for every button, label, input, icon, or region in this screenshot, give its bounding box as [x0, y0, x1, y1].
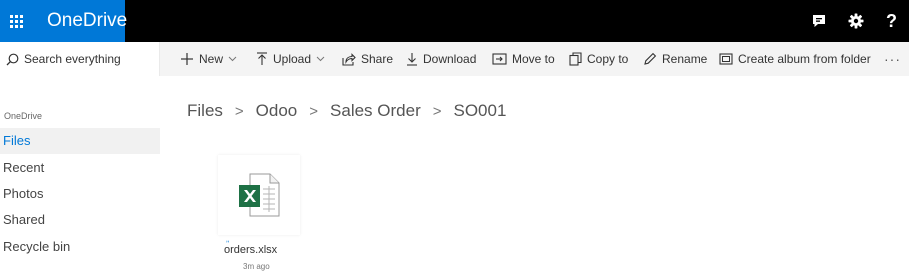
upload-button[interactable]: Upload — [256, 42, 325, 76]
help-icon: ? — [886, 10, 897, 31]
nav-heading: OneDrive — [4, 111, 43, 121]
share-label: Share — [361, 52, 394, 66]
search-icon — [6, 53, 19, 65]
gear-icon — [848, 13, 863, 29]
breadcrumb-item-odoo[interactable]: Odoo — [256, 101, 298, 121]
more-commands-button[interactable]: ··· — [884, 42, 901, 76]
download-button[interactable]: Download — [406, 42, 476, 76]
new-button[interactable]: New — [180, 42, 237, 76]
upload-icon — [257, 52, 267, 65]
suite-bar — [0, 0, 909, 42]
nav-item-photos[interactable]: Photos — [0, 181, 160, 207]
share-icon — [342, 52, 356, 66]
copy-to-label: Copy to — [587, 52, 629, 66]
create-album-label: Create album from folder — [738, 52, 871, 66]
search-label: Search everything — [24, 52, 121, 66]
breadcrumb-separator: > — [432, 102, 442, 120]
chat-button[interactable] — [800, 0, 837, 42]
file-name[interactable]: orders.xlsx — [224, 244, 277, 256]
rename-icon — [644, 52, 657, 65]
breadcrumb: Files > Odoo > Sales Order > SO001 — [187, 101, 506, 121]
copy-to-button[interactable]: Copy to — [569, 42, 628, 76]
rename-button[interactable]: Rename — [643, 42, 707, 76]
excel-file-icon — [239, 173, 280, 217]
nav-item-shared[interactable]: Shared — [0, 207, 160, 233]
help-button[interactable]: ? — [873, 0, 909, 42]
nav-item-recycle-bin[interactable]: Recycle bin — [0, 234, 160, 260]
app-launcher-button[interactable] — [0, 0, 33, 42]
waffle-icon — [10, 14, 23, 28]
chevron-down-icon — [316, 56, 325, 62]
search-box[interactable]: Search everything — [0, 42, 160, 76]
breadcrumb-item-so001: SO001 — [453, 101, 507, 120]
download-icon — [407, 53, 417, 66]
plus-icon — [181, 53, 193, 65]
breadcrumb-item-files[interactable]: Files — [187, 101, 223, 121]
chevron-down-icon — [228, 56, 237, 62]
file-modified-time: 3m ago — [243, 262, 270, 271]
file-tile[interactable] — [218, 155, 300, 235]
upload-label: Upload — [273, 52, 312, 66]
share-button[interactable]: Share — [342, 42, 393, 76]
move-to-label: Move to — [512, 52, 555, 66]
copy-to-icon — [569, 52, 582, 66]
settings-button[interactable] — [837, 0, 874, 42]
move-to-icon — [492, 53, 507, 65]
move-to-button[interactable]: Move to — [492, 42, 555, 76]
rename-label: Rename — [662, 52, 708, 66]
nav-item-recent[interactable]: Recent — [0, 155, 160, 181]
new-label: New — [199, 52, 224, 66]
nav-item-files[interactable]: Files — [0, 128, 160, 154]
album-icon — [719, 53, 733, 65]
breadcrumb-separator: > — [309, 102, 319, 120]
app-title[interactable]: OneDrive — [33, 0, 127, 42]
breadcrumb-item-sales-order[interactable]: Sales Order — [330, 101, 421, 121]
breadcrumb-separator: > — [234, 102, 244, 120]
create-album-button[interactable]: Create album from folder — [719, 42, 871, 76]
chat-icon — [812, 15, 825, 27]
download-label: Download — [423, 52, 477, 66]
